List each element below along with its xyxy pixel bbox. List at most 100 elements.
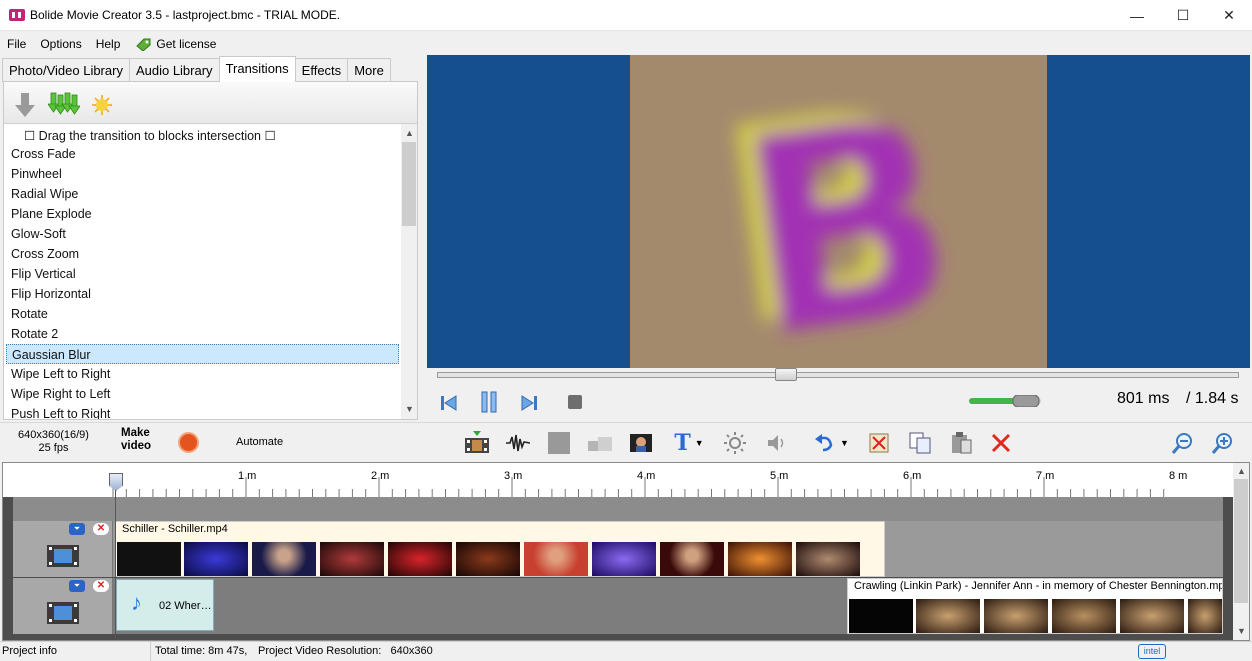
transition-item[interactable]: Rotate <box>4 304 401 324</box>
crop-icon[interactable] <box>587 430 613 456</box>
tick-label: 7 m <box>1036 470 1055 482</box>
audio-clip-label: 02 Wher… <box>159 600 212 612</box>
remove-track-icon[interactable]: ✕ <box>93 523 109 535</box>
tab-more[interactable]: More <box>347 58 391 82</box>
clip-thumbnail <box>916 599 980 633</box>
transition-item[interactable]: Cross Fade <box>4 144 401 164</box>
preview-image: B B <box>704 55 971 368</box>
timeline: 1 m 2 m 3 m 4 m 5 m 6 m 7 m 8 m ⏷ ✕ Schi… <box>2 462 1250 641</box>
add-arrow-icon[interactable] <box>14 92 36 118</box>
collapse-icon[interactable]: ⏷ <box>69 580 85 592</box>
video-clip[interactable]: Schiller - Schiller.mp4 <box>115 521 885 577</box>
add-text-icon[interactable]: T ▼ <box>669 430 709 456</box>
audio-clip[interactable]: ♪ 02 Wher… <box>116 579 214 631</box>
video-clip-label: Schiller - Schiller.mp4 <box>122 523 228 535</box>
minimize-button[interactable]: — <box>1114 0 1160 31</box>
undo-icon[interactable]: ▼ <box>808 430 854 456</box>
scroll-thumb[interactable] <box>1234 479 1248 603</box>
scroll-thumb[interactable] <box>402 142 416 226</box>
clip-thumbnail <box>1188 599 1222 633</box>
make-video-button[interactable] <box>178 432 199 453</box>
filmstrip-icon <box>47 545 79 567</box>
pause-icon[interactable] <box>480 390 498 414</box>
scroll-down-icon[interactable]: ▼ <box>1237 626 1246 636</box>
transition-item[interactable]: Glow-Soft <box>4 224 401 244</box>
project-info-link[interactable]: Project info <box>2 645 57 657</box>
maximize-button[interactable]: ☐ <box>1160 0 1206 31</box>
transition-item[interactable]: Wipe Right to Left <box>4 384 401 404</box>
transition-item[interactable]: Wipe Left to Right <box>4 364 401 384</box>
close-button[interactable]: ✕ <box>1206 0 1252 31</box>
scroll-down-icon[interactable]: ▼ <box>405 404 414 414</box>
transition-item[interactable]: Radial Wipe <box>4 184 401 204</box>
svg-text:B: B <box>723 57 971 368</box>
video-clip-2[interactable]: Crawling (Linkin Park) - Jennifer Ann - … <box>847 578 1223 634</box>
video-preview: B B <box>427 55 1250 368</box>
collapse-icon[interactable]: ⏷ <box>69 523 85 535</box>
remove-track-icon[interactable]: ✕ <box>93 580 109 592</box>
filmstrip-icon <box>47 602 79 624</box>
delete-icon[interactable] <box>988 430 1014 456</box>
transition-item[interactable]: Push Left to Right <box>4 404 401 419</box>
transition-item[interactable]: Pinwheel <box>4 164 401 184</box>
step-back-icon[interactable] <box>440 394 458 412</box>
scroll-up-icon[interactable]: ▲ <box>1237 466 1246 476</box>
paste-icon[interactable] <box>948 430 974 456</box>
transition-item[interactable]: Cross Zoom <box>4 244 401 264</box>
transition-item[interactable]: Rotate 2 <box>4 324 401 344</box>
tab-photo-video-library[interactable]: Photo/Video Library <box>2 58 130 82</box>
transition-item[interactable]: Flip Horizontal <box>4 284 401 304</box>
menu-help[interactable]: Help <box>89 37 128 51</box>
tick-label: 3 m <box>504 470 523 482</box>
scroll-up-icon[interactable]: ▲ <box>405 128 414 138</box>
zoom-in-icon[interactable] <box>1210 430 1236 456</box>
volume-icon[interactable] <box>763 430 789 456</box>
menu-get-license[interactable]: Get license <box>129 37 223 51</box>
clip-thumbnail <box>849 599 913 633</box>
transitions-scrollbar[interactable]: ▲ ▼ <box>401 124 417 419</box>
empty-track <box>13 497 1223 521</box>
copy-icon[interactable] <box>907 430 933 456</box>
title-bar: Bolide Movie Creator 3.5 - lastproject.b… <box>0 0 1252 31</box>
app-logo-icon <box>9 9 25 21</box>
menu-file[interactable]: File <box>0 37 33 51</box>
playhead-line <box>115 481 116 639</box>
audio-waveform-icon[interactable] <box>505 430 531 456</box>
clip-thumbnail <box>1052 599 1116 633</box>
random-transition-icon[interactable] <box>92 95 112 115</box>
transition-item-selected[interactable]: Gaussian Blur <box>6 344 399 364</box>
automate-button[interactable]: Automate <box>236 436 283 448</box>
tick-label: 1 m <box>238 470 257 482</box>
brightness-icon[interactable] <box>722 430 748 456</box>
clip-thumbnail <box>388 542 452 576</box>
tick-label: 4 m <box>637 470 656 482</box>
timeline-scrollbar[interactable]: ▲ ▼ <box>1233 463 1249 640</box>
total-time-status: Total time: 8m 47s, <box>155 645 248 657</box>
stop-icon[interactable] <box>567 394 583 410</box>
volume-slider[interactable] <box>969 395 1041 407</box>
tick-label: 2 m <box>371 470 390 482</box>
step-forward-icon[interactable] <box>520 394 538 412</box>
add-all-arrows-icon[interactable] <box>48 92 80 118</box>
resolution-label: 640x360(16/9) <box>18 429 89 441</box>
clip-thumbnail <box>252 542 316 576</box>
zoom-out-icon[interactable] <box>1170 430 1196 456</box>
tick-label: 8 m <box>1169 470 1188 482</box>
time-ruler[interactable]: 1 m 2 m 3 m 4 m 5 m 6 m 7 m 8 m <box>3 463 1233 497</box>
video-track-header: ⏷ ✕ <box>13 521 113 577</box>
add-video-icon[interactable] <box>464 430 490 456</box>
cut-icon[interactable] <box>866 430 892 456</box>
tab-effects[interactable]: Effects <box>294 58 349 82</box>
tab-transitions[interactable]: Transitions <box>218 56 296 82</box>
tick-label: 6 m <box>903 470 922 482</box>
seek-thumb[interactable] <box>774 368 797 381</box>
transition-item[interactable]: Plane Explode <box>4 204 401 224</box>
menu-options[interactable]: Options <box>33 37 88 51</box>
tab-audio-library[interactable]: Audio Library <box>128 58 220 82</box>
resolution-info[interactable]: 640x360(16/9) 25 fps <box>18 429 89 455</box>
make-video-label[interactable]: Make video <box>121 427 161 453</box>
seek-bar[interactable] <box>437 372 1239 378</box>
transition-item[interactable]: Flip Vertical <box>4 264 401 284</box>
add-blank-icon[interactable] <box>546 430 572 456</box>
add-image-icon[interactable] <box>628 430 654 456</box>
